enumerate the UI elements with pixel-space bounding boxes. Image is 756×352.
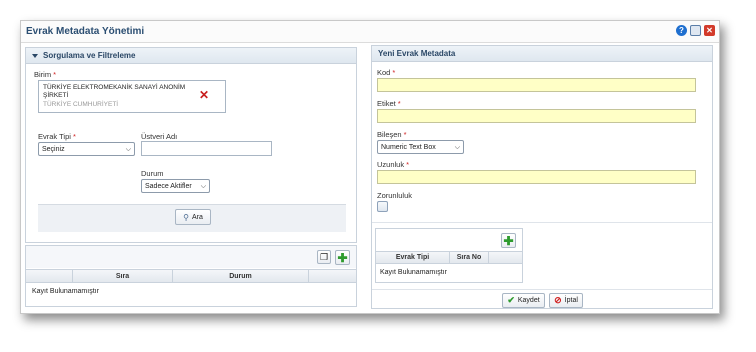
etiket-label-text: Etiket <box>377 99 396 108</box>
required-mark: * <box>72 132 76 141</box>
window-titlebar: Evrak Metadata Yönetimi ? ✕ <box>21 21 719 43</box>
chevron-down-icon: ⌵ <box>454 144 460 151</box>
clear-icon[interactable]: ✕ <box>199 88 209 102</box>
ustveri-input[interactable] <box>141 141 272 156</box>
new-panel-header: Yeni Evrak Metadata <box>372 46 712 62</box>
column-sira[interactable]: Sıra <box>73 270 173 282</box>
zorunluluk-checkbox[interactable] <box>377 201 388 212</box>
search-button-label: Ara <box>191 213 203 221</box>
new-metadata-panel: Yeni Evrak Metadata Kod * Etiket * Bileşen… <box>371 45 713 309</box>
evrak-tipi-value: Seçiniz <box>42 145 65 153</box>
kod-label-text: Kod <box>377 68 391 77</box>
kod-label: Kod * <box>377 68 395 77</box>
add-evrak-tipi-button[interactable]: ✚ <box>501 233 516 248</box>
window-title: Evrak Metadata Yönetimi <box>26 26 145 37</box>
column-durum[interactable]: Durum <box>173 270 309 282</box>
evrak-metadata-window: Evrak Metadata Yönetimi ? ✕ Sorgulama ve… <box>20 20 720 314</box>
chevron-down-icon: ⌵ <box>200 183 206 190</box>
required-mark: * <box>392 68 396 77</box>
column-sira-no[interactable]: Sıra No <box>450 252 489 263</box>
uzunluk-label: Uzunluk * <box>377 160 409 169</box>
save-button[interactable]: ✔ Kaydet <box>502 293 545 308</box>
save-button-label: Kaydet <box>517 297 540 304</box>
column-evrak-tipi[interactable]: Evrak Tipi <box>376 252 450 263</box>
durum-select[interactable]: Sadece Aktifler ⌵ <box>141 179 210 193</box>
required-mark: * <box>406 160 410 169</box>
cancel-button[interactable]: ⊘ İptal <box>549 293 583 308</box>
filter-panel-title: Sorgulama ve Filtreleme <box>43 51 136 60</box>
durum-value: Sadece Aktifler <box>145 182 192 190</box>
etiket-input[interactable] <box>377 109 696 123</box>
cancel-button-label: İptal <box>564 297 578 304</box>
birim-field[interactable]: TÜRKİYE ELEKTROMEKANİK SANAYİ ANONİM ŞİR… <box>38 80 226 113</box>
required-mark: * <box>403 130 407 139</box>
search-icon: ⚲ <box>183 212 189 222</box>
help-icon[interactable]: ? <box>676 25 687 36</box>
chevron-down-icon: ⌵ <box>125 146 131 153</box>
birim-label-text: Birim <box>34 70 52 79</box>
evrak-tipi-label-text: Evrak Tipi <box>38 132 71 141</box>
results-toolbar <box>26 246 356 268</box>
evrak-tipi-table: ✚ Evrak Tipi Sıra No Kayıt Bulunamamıştı… <box>375 228 523 283</box>
search-button[interactable]: ⚲ Ara <box>175 209 211 225</box>
select-column <box>26 270 73 282</box>
bilesen-label-text: Bileşen <box>377 130 402 139</box>
collapse-triangle-icon <box>32 53 38 58</box>
copy-button[interactable]: ❐ <box>317 250 331 264</box>
close-icon[interactable]: ✕ <box>704 25 715 36</box>
birim-parent: TÜRKİYE CUMHURİYETİ <box>43 101 119 108</box>
checkmark-icon: ✔ <box>507 295 515 305</box>
empty-message: Kayıt Bulunamamıştır <box>32 288 99 295</box>
uzunluk-label-text: Uzunluk <box>377 160 405 169</box>
filter-panel-header[interactable]: Sorgulama ve Filtreleme <box>26 48 356 64</box>
plus-icon: ✚ <box>503 233 514 248</box>
copy-icon: ❐ <box>319 251 329 262</box>
durum-label: Durum <box>141 169 164 178</box>
required-mark: * <box>53 70 57 79</box>
footer-divider <box>372 289 712 290</box>
sub-empty-message: Kayıt Bulunamamıştır <box>380 269 447 276</box>
add-button[interactable]: ✚ <box>335 250 350 265</box>
divider <box>372 222 712 223</box>
window-controls: ? ✕ <box>676 25 715 36</box>
birim-value-line2: ŞİRKETİ <box>43 92 69 99</box>
birim-label: Birim * <box>34 70 56 79</box>
birim-value-line1: TÜRKİYE ELEKTROMEKANİK SANAYİ ANONİM <box>43 84 186 91</box>
new-panel-title: Yeni Evrak Metadata <box>378 49 456 58</box>
ustveri-label: Üstveri Adı <box>141 132 178 141</box>
kod-input[interactable] <box>377 78 696 92</box>
results-table-header: Sıra Durum <box>26 269 356 283</box>
uzunluk-input[interactable] <box>377 170 696 184</box>
sub-table-header: Evrak Tipi Sıra No <box>376 251 522 264</box>
etiket-label: Etiket * <box>377 99 401 108</box>
window-icon[interactable] <box>690 25 701 36</box>
required-mark: * <box>397 99 401 108</box>
results-panel: ❐ ✚ Sıra Durum Kayıt Bulunamamıştır <box>25 245 357 307</box>
evrak-tipi-label: Evrak Tipi * <box>38 132 76 141</box>
bilesen-label: Bileşen * <box>377 130 407 139</box>
plus-icon: ✚ <box>337 250 348 265</box>
filter-panel: Sorgulama ve Filtreleme Birim * TÜRKİYE E… <box>25 47 357 243</box>
cancel-icon: ⊘ <box>554 295 562 305</box>
bilesen-select[interactable]: Numeric Text Box ⌵ <box>377 140 464 154</box>
zorunluluk-label: Zorunluluk <box>377 191 413 200</box>
evrak-tipi-select[interactable]: Seçiniz ⌵ <box>38 142 135 156</box>
bilesen-value: Numeric Text Box <box>381 143 436 151</box>
